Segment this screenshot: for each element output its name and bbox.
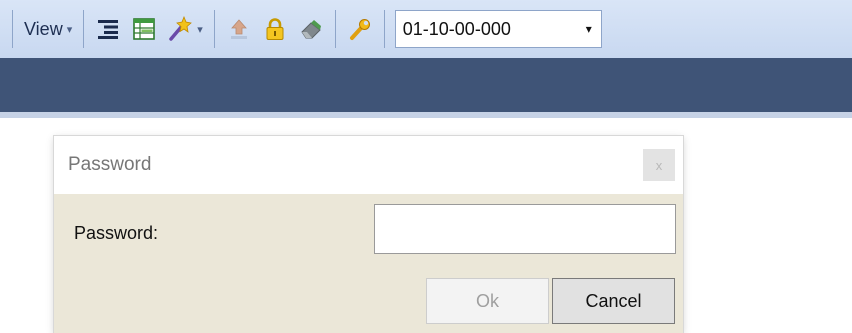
view-label: View <box>24 18 63 39</box>
toolbar-separator <box>83 10 85 48</box>
magic-wand-button[interactable]: ▾ <box>162 10 208 48</box>
magic-wand-icon <box>167 16 193 42</box>
lock-button[interactable] <box>257 10 293 48</box>
toolbar-separator <box>12 10 13 48</box>
toolbar-separator <box>213 10 215 48</box>
settings-wrench-button[interactable] <box>342 10 378 48</box>
dialog-title-bar: Password x <box>54 136 683 194</box>
toolbar: View ▾ ▾ 01-10-00-000 ▾ <box>0 0 852 58</box>
align-button[interactable] <box>90 10 126 48</box>
header-band <box>0 58 852 118</box>
version-select-value: 01-10-00-000 <box>402 18 511 39</box>
lock-icon <box>262 16 288 42</box>
grid-button[interactable] <box>126 10 162 48</box>
toolbar-separator <box>383 10 385 48</box>
version-select[interactable]: 01-10-00-000 ▾ <box>394 10 602 48</box>
ok-button[interactable]: Ok <box>426 278 549 324</box>
grid-icon <box>131 16 157 42</box>
view-menu-button[interactable]: View ▾ <box>19 10 77 48</box>
chevron-down-icon: ▾ <box>66 23 73 36</box>
password-input[interactable] <box>374 204 676 254</box>
upload-icon <box>226 16 252 42</box>
eraser-icon <box>298 16 324 42</box>
cancel-button[interactable]: Cancel <box>552 278 675 324</box>
dropdown-arrow-icon[interactable]: ▾ <box>577 11 601 47</box>
close-icon[interactable]: x <box>643 149 675 181</box>
toolbar-separator <box>334 10 336 48</box>
password-label: Password: <box>74 223 159 243</box>
dialog-title: Password <box>68 154 152 175</box>
align-icon <box>95 16 121 42</box>
eraser-button[interactable] <box>293 10 329 48</box>
chevron-down-icon: ▾ <box>197 23 203 36</box>
upload-button[interactable] <box>221 10 257 48</box>
password-dialog: Password x Password: Ok Cancel <box>54 136 683 333</box>
wrench-icon <box>347 16 373 42</box>
